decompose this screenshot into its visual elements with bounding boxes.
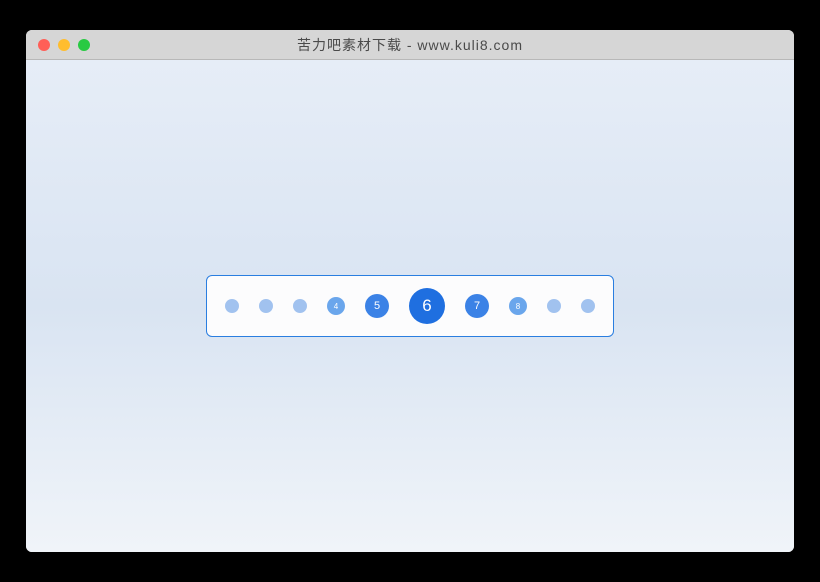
window-title: 苦力吧素材下载 - www.kuli8.com bbox=[38, 35, 782, 55]
traffic-lights bbox=[38, 39, 90, 51]
pagination: 1 2 3 4 5 6 7 8 9 10 bbox=[206, 275, 614, 337]
maximize-icon[interactable] bbox=[78, 39, 90, 51]
page-item[interactable]: 9 bbox=[547, 299, 561, 313]
content-area: 1 2 3 4 5 6 7 8 9 10 bbox=[26, 60, 794, 552]
page-item[interactable]: 5 bbox=[365, 294, 389, 318]
minimize-icon[interactable] bbox=[58, 39, 70, 51]
page-item[interactable]: 8 bbox=[509, 297, 527, 315]
titlebar: 苦力吧素材下载 - www.kuli8.com bbox=[26, 30, 794, 60]
page-item-active[interactable]: 6 bbox=[409, 288, 445, 324]
page-item[interactable]: 4 bbox=[327, 297, 345, 315]
browser-window: 苦力吧素材下载 - www.kuli8.com 1 2 3 4 5 6 7 8 … bbox=[26, 30, 794, 552]
page-item[interactable]: 3 bbox=[293, 299, 307, 313]
close-icon[interactable] bbox=[38, 39, 50, 51]
page-item[interactable]: 2 bbox=[259, 299, 273, 313]
page-item[interactable]: 7 bbox=[465, 294, 489, 318]
page-item[interactable]: 10 bbox=[581, 299, 595, 313]
page-item[interactable]: 1 bbox=[225, 299, 239, 313]
